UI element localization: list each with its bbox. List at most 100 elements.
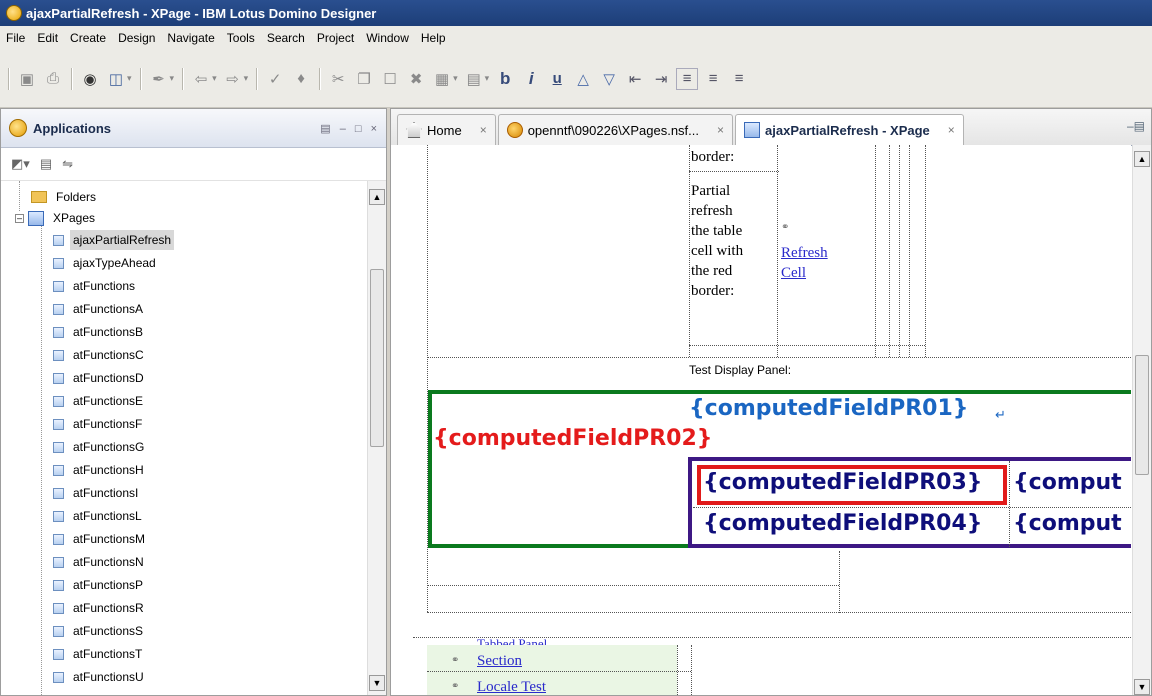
tree-item-xpage[interactable]: atFunctionsA xyxy=(53,299,146,319)
chevron-down-icon[interactable]: ▾ xyxy=(127,73,132,84)
tree-item-xpage[interactable]: atFunctionsD xyxy=(53,368,147,388)
editor-tab-strip: Home × openntf\090226\XPages.nsf... × aj… xyxy=(391,109,1151,146)
table-border xyxy=(427,612,1131,613)
tab-nsf[interactable]: openntf\090226\XPages.nsf... × xyxy=(497,114,734,145)
chevron-down-icon[interactable]: ▾ xyxy=(170,73,175,84)
cut-icon[interactable]: ✂ xyxy=(327,68,349,90)
tree-item-xpage[interactable]: atFunctionsN xyxy=(53,552,147,572)
link-icon[interactable]: ⇋ xyxy=(62,156,73,172)
tree-item-xpage[interactable]: atFunctionsH xyxy=(53,460,147,480)
underline-button[interactable]: u xyxy=(546,68,568,90)
computed-field-pr01[interactable]: {computedFieldPR01} xyxy=(689,396,968,421)
tabbed-panel-link[interactable]: Tabbed Panel xyxy=(477,637,547,645)
chevron-down-icon[interactable]: ▾ xyxy=(485,73,490,84)
forward-arrow-icon[interactable]: ⇨ xyxy=(222,68,244,90)
tree-item-xpage[interactable]: atFunctionsL xyxy=(53,506,145,526)
table-icon[interactable]: ▦ xyxy=(431,68,453,90)
tab-home[interactable]: Home × xyxy=(397,114,496,145)
close-icon[interactable]: × xyxy=(480,123,487,137)
tree-scrollbar[interactable]: ▲ ▼ xyxy=(367,181,386,695)
editor-window-controls[interactable]: –▤ xyxy=(1127,119,1145,133)
new-folder-icon[interactable]: ◩▾ xyxy=(11,156,30,172)
menu-search[interactable]: Search xyxy=(261,31,311,45)
scroll-up-arrow-icon[interactable]: ▲ xyxy=(1134,151,1150,167)
window-icon[interactable]: ▤ xyxy=(463,68,485,90)
menu-project[interactable]: Project xyxy=(311,31,360,45)
menu-tools[interactable]: Tools xyxy=(221,31,261,45)
font-shrink-icon[interactable]: ▽ xyxy=(598,68,620,90)
computed-field-truncated[interactable]: {comput xyxy=(1013,470,1122,495)
tree-item-xpage[interactable]: atFunctionsU xyxy=(53,667,147,687)
outdent-icon[interactable]: ⇤ xyxy=(624,68,646,90)
collapse-icon[interactable]: – xyxy=(15,213,24,223)
refresh-cell-link[interactable]: Refresh xyxy=(781,243,828,263)
font-grow-icon[interactable]: △ xyxy=(572,68,594,90)
tree-item-xpage[interactable]: atFunctionsC xyxy=(53,345,147,365)
tree-item-xpage[interactable]: atFunctions xyxy=(53,276,138,296)
home-icon xyxy=(406,122,422,138)
computed-field-pr02[interactable]: {computedFieldPR02} xyxy=(433,426,712,451)
scroll-down-arrow-icon[interactable]: ▼ xyxy=(1134,679,1150,695)
design-canvas[interactable]: border: Partial refresh the table cell w… xyxy=(391,145,1131,695)
new-icon[interactable]: ◫ xyxy=(105,68,127,90)
tree-item-xpage[interactable]: atFunctionsS xyxy=(53,621,146,641)
menu-window[interactable]: Window xyxy=(360,31,415,45)
brush-icon[interactable]: ✒ xyxy=(148,68,170,90)
tree-item-xpage[interactable]: atFunctionsM xyxy=(53,529,148,549)
chevron-down-icon[interactable]: ▾ xyxy=(244,73,249,84)
bookmark-icon[interactable]: ♦ xyxy=(290,68,312,90)
print-icon[interactable]: ⎙ xyxy=(42,68,64,90)
menu-file[interactable]: File xyxy=(0,31,31,45)
align-right-icon[interactable]: ≡ xyxy=(728,68,750,90)
paste-icon[interactable]: ☐ xyxy=(379,68,401,90)
open-application-icon[interactable]: ◉ xyxy=(79,68,101,90)
tree-item-xpage[interactable]: atFunctionsB xyxy=(53,322,146,342)
chevron-down-icon[interactable]: ▾ xyxy=(212,73,217,84)
save-icon[interactable]: ▣ xyxy=(16,68,38,90)
tree-item-xpage[interactable]: atFunctionsE xyxy=(53,391,146,411)
back-arrow-icon[interactable]: ⇦ xyxy=(190,68,212,90)
tree-item-xpage[interactable]: atFunctionsR xyxy=(53,598,147,618)
align-center-icon[interactable]: ≡ xyxy=(702,68,724,90)
tree-item-xpages[interactable]: – XPages xyxy=(15,208,98,228)
xpage-icon xyxy=(53,625,64,637)
tree-item-xpage[interactable]: atFunctionsT xyxy=(53,644,145,664)
menu-help[interactable]: Help xyxy=(415,31,452,45)
tree-item-folders[interactable]: Folders xyxy=(31,187,99,207)
editor-scrollbar[interactable]: ▲ ▼ xyxy=(1132,145,1151,695)
copy-icon[interactable]: ❐ xyxy=(353,68,375,90)
tree-item-xpage[interactable]: ajaxTypeAhead xyxy=(53,253,159,273)
computed-field-pr04[interactable]: {computedFieldPR04} xyxy=(703,511,982,536)
menu-edit[interactable]: Edit xyxy=(31,31,64,45)
scrollbar-thumb[interactable] xyxy=(370,269,384,447)
tree-item-xpage[interactable]: atFunctionsF xyxy=(53,414,145,434)
close-icon[interactable]: × xyxy=(717,123,724,137)
computed-field-pr03[interactable]: {computedFieldPR03} xyxy=(703,470,982,495)
scrollbar-thumb[interactable] xyxy=(1135,355,1149,475)
delete-icon[interactable]: ✖ xyxy=(405,68,427,90)
section-link[interactable]: Section xyxy=(477,651,522,671)
indent-icon[interactable]: ⇥ xyxy=(650,68,672,90)
locale-test-link[interactable]: Locale Test xyxy=(477,677,546,695)
tree-item-xpage[interactable]: atFunctionsI xyxy=(53,483,141,503)
bold-button[interactable]: b xyxy=(494,68,516,90)
tree-item-xpage[interactable]: ajaxPartialRefresh xyxy=(53,230,175,250)
chevron-down-icon[interactable]: ▾ xyxy=(453,73,458,84)
tree-item-xpage[interactable]: atFunctionsP xyxy=(53,575,146,595)
close-icon[interactable]: × xyxy=(948,123,955,137)
check-icon[interactable]: ✓ xyxy=(264,68,286,90)
align-left-icon[interactable]: ≡ xyxy=(676,67,699,90)
view-controls[interactable]: ▤ – □ × xyxy=(320,122,380,135)
refresh-cell-link[interactable]: Cell xyxy=(781,263,806,283)
xpage-icon xyxy=(53,556,64,568)
scroll-up-arrow-icon[interactable]: ▲ xyxy=(369,189,385,205)
tab-xpage[interactable]: ajaxPartialRefresh - XPage × xyxy=(735,114,964,145)
menu-design[interactable]: Design xyxy=(112,31,161,45)
tree-item-xpage[interactable]: atFunctionsG xyxy=(53,437,147,457)
italic-button[interactable]: i xyxy=(520,68,542,90)
menu-navigate[interactable]: Navigate xyxy=(161,31,220,45)
computed-field-truncated[interactable]: {comput xyxy=(1013,511,1122,536)
menu-create[interactable]: Create xyxy=(64,31,112,45)
scroll-down-arrow-icon[interactable]: ▼ xyxy=(369,675,385,691)
tree-view-icon[interactable]: ▤ xyxy=(40,156,52,172)
